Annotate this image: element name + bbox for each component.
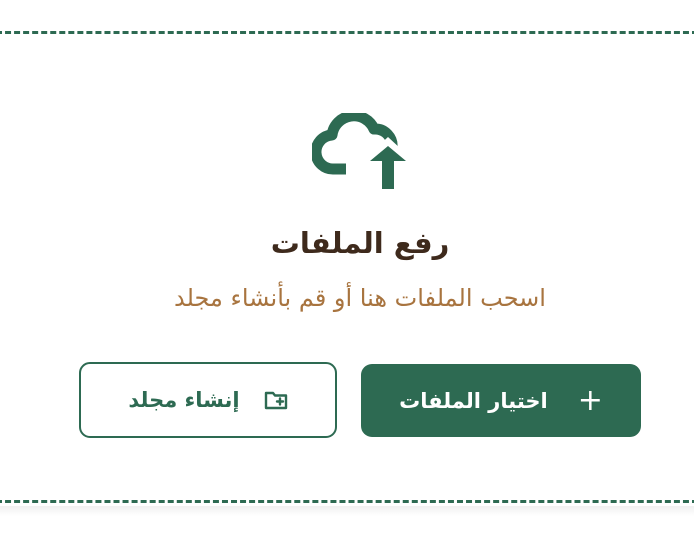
upload-page: رفع الملفات اسحب الملفات هنا أو قم بأنشا… xyxy=(0,0,694,546)
create-folder-label: إنشاء مجلد xyxy=(128,388,240,412)
cloud-upload-icon xyxy=(312,113,408,189)
create-folder-button[interactable]: إنشاء مجلد xyxy=(79,362,337,438)
folder-plus-icon xyxy=(264,391,287,410)
choose-files-label: اختيار الملفات xyxy=(399,388,548,413)
dropzone-shadow xyxy=(0,506,694,516)
upload-subtitle: اسحب الملفات هنا أو قم بأنشاء مجلد xyxy=(174,284,546,312)
plus-icon: + xyxy=(577,382,603,418)
upload-title: رفع الملفات xyxy=(270,226,450,260)
choose-files-button[interactable]: + اختيار الملفات xyxy=(361,364,641,437)
